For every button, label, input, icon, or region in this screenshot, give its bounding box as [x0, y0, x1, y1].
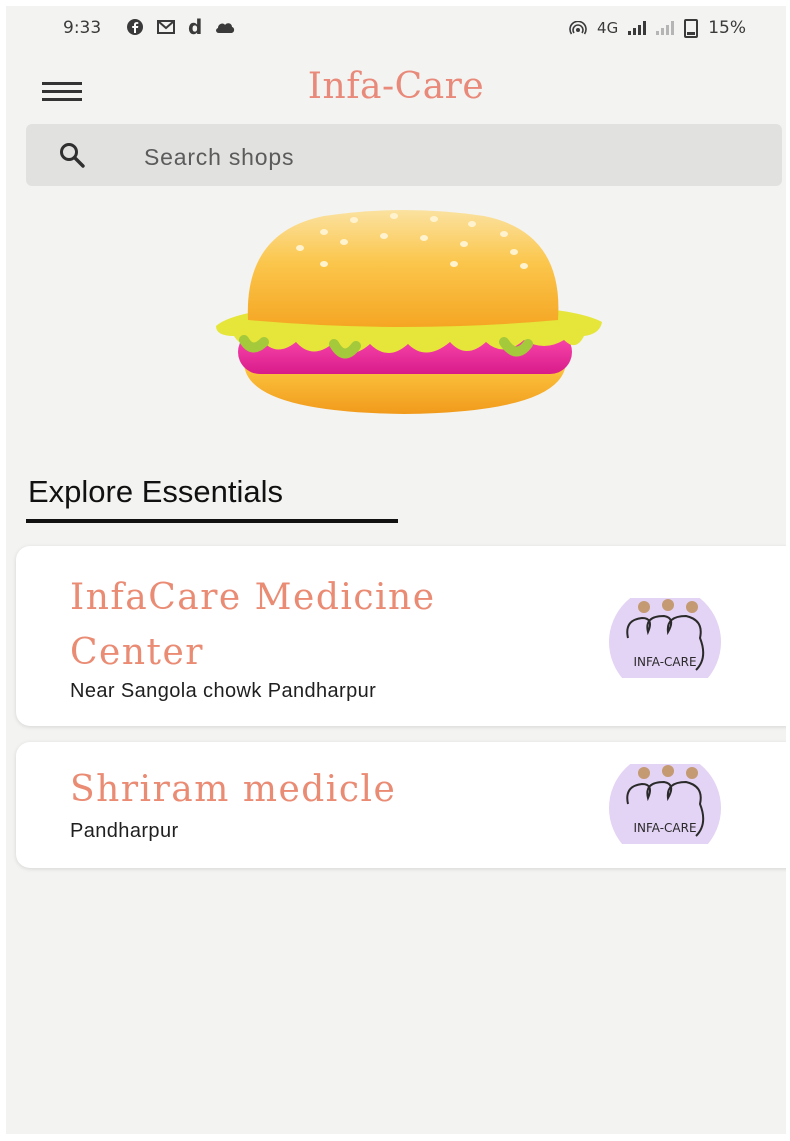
facebook-icon	[127, 19, 143, 35]
status-bar: 9:33 d 4G 15%	[6, 6, 786, 52]
shop-logo: INFA-CARE	[609, 764, 721, 844]
burger-illustration	[216, 210, 602, 414]
section-title: Explore Essentials	[28, 474, 284, 509]
shop-logo-text: INFA-CARE	[633, 821, 696, 835]
signal-weak-icon	[656, 21, 675, 35]
network-type: 4G	[597, 19, 619, 37]
d-app-icon: d	[188, 15, 203, 39]
shop-name: InfaCare Medicine Center	[70, 577, 436, 673]
shop-address: Pandharpur	[70, 820, 179, 842]
shop-address: Near Sangola chowk Pandharpur	[70, 680, 377, 702]
status-time: 9:33	[63, 18, 102, 38]
shop-name: Shriram medicle	[70, 769, 397, 810]
battery-percent: 15%	[708, 18, 746, 38]
section-underline	[26, 519, 398, 523]
hotspot-icon	[569, 21, 587, 35]
search-icon	[60, 143, 85, 168]
notification-icons: d	[126, 15, 236, 39]
app-title: Infa-Care	[307, 66, 485, 107]
signal-strength-icon	[628, 21, 647, 35]
gmail-icon	[157, 20, 175, 34]
shop-logo: INFA-CARE	[609, 598, 721, 678]
app-bar: Infa-Care	[6, 52, 786, 122]
app-screen: 9:33 d 4G 15% Infa-Care Search shops Exp…	[6, 6, 786, 1134]
search-placeholder: Search shops	[144, 144, 295, 170]
battery-icon	[684, 18, 699, 38]
shop-logo-text: INFA-CARE	[633, 655, 696, 669]
shop-card[interactable]: Shriram medicle Pandharpur INFA-CARE	[16, 742, 786, 868]
shop-card[interactable]: InfaCare Medicine Center Near Sangola ch…	[16, 546, 786, 726]
cloud-icon	[216, 23, 235, 33]
system-icons: 4G 15%	[569, 18, 746, 38]
search-input[interactable]: Search shops	[26, 124, 782, 186]
